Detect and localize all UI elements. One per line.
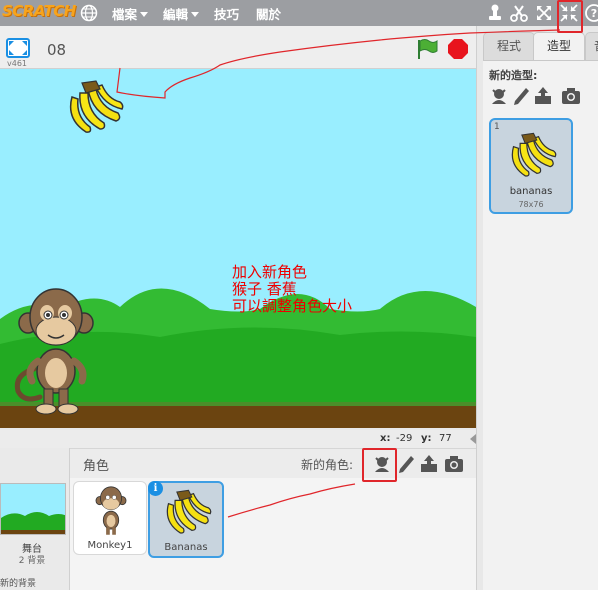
costume-thumbnail-bananas[interactable]: 1 bananas 78x76 — [489, 118, 573, 214]
paint-new-costume-icon[interactable] — [511, 86, 531, 106]
paint-new-sprite-icon[interactable] — [396, 454, 416, 474]
menu-bar: SCRATCH 檔案 編輯 技巧 關於 ? — [0, 0, 598, 26]
banana-sprite[interactable] — [62, 77, 124, 137]
upload-costume-icon[interactable] — [533, 86, 553, 106]
sprite-name: Monkey1 — [87, 540, 133, 551]
costume-size: 78x76 — [518, 200, 544, 209]
stop-sign-icon[interactable] — [447, 38, 469, 60]
delete-scissors-icon[interactable] — [508, 2, 530, 24]
scratch-logo[interactable]: SCRATCH — [2, 2, 76, 20]
menu-file[interactable]: 檔案 — [112, 4, 149, 23]
y-label: y: — [421, 433, 432, 444]
scratch-editor: { "menubar": { "logo": "SCRATCH", "menus… — [0, 0, 598, 590]
costume-name: bananas — [509, 186, 553, 197]
sprites-label: 角色 — [83, 459, 110, 474]
tab-sounds[interactable]: 音 — [585, 32, 598, 60]
sprite-thumbnail-monkey1[interactable]: Monkey1 — [73, 481, 147, 555]
help-icon[interactable]: ? — [583, 2, 598, 24]
menu-tips[interactable]: 技巧 — [214, 4, 239, 23]
stage-canvas[interactable]: 加入新角色 猴子 香蕉 可以調整角色大小 — [0, 69, 476, 428]
new-backdrop-label: 新的背景 — [0, 579, 37, 589]
tab-costumes[interactable]: 造型 — [533, 32, 585, 61]
camera-sprite-icon[interactable] — [444, 454, 464, 474]
upload-sprite-icon[interactable] — [419, 454, 439, 474]
green-flag-icon[interactable] — [415, 38, 439, 60]
stage-header: v461 08 — [0, 26, 476, 69]
x-value: -29 — [396, 433, 413, 444]
costume-list: 新的造型: 1 bananas 78x76 — [483, 60, 598, 590]
language-globe-icon[interactable] — [80, 4, 98, 22]
chevron-down-icon — [191, 12, 200, 17]
new-costume-label: 新的造型: — [489, 69, 538, 82]
chevron-down-icon — [140, 12, 149, 17]
new-sprite-label: 新的角色: — [301, 458, 354, 472]
grow-icon[interactable] — [533, 2, 555, 24]
choose-costume-from-library-icon[interactable] — [489, 86, 509, 106]
stage-selector[interactable]: 舞台 2 背景 新的背景 — [0, 448, 70, 590]
banana-thumbnail-icon — [166, 489, 212, 534]
menu-about[interactable]: 關於 — [256, 4, 281, 23]
stage-thumbnail[interactable] — [0, 483, 66, 535]
x-label: x: — [380, 433, 391, 444]
sprite-name: Bananas — [164, 542, 208, 553]
annotation-text: 加入新角色 猴子 香蕉 可以調整角色大小 — [232, 263, 353, 315]
backdrop-thumbnail-icon — [1, 512, 65, 534]
project-title[interactable]: 08 — [47, 41, 66, 59]
svg-text:?: ? — [591, 7, 597, 20]
monkey-sprite[interactable] — [12, 287, 100, 415]
sprite-pane-header: 角色 新的角色: — [0, 448, 476, 478]
duplicate-stamp-icon[interactable] — [484, 2, 506, 24]
right-panel: 程式 造型 音 新的造型: 1 — [476, 26, 598, 590]
highlight-new-sprite-box — [362, 448, 397, 482]
highlight-shrink-box — [557, 0, 583, 33]
menu-edit[interactable]: 編輯 — [163, 4, 200, 23]
sprite-list: Monkey1 i Bananas — [0, 478, 476, 590]
backdrop-count: 2 背景 — [18, 556, 46, 566]
y-value: 77 — [439, 433, 452, 444]
presentation-mode-icon[interactable] — [6, 38, 30, 58]
version-label: v461 — [7, 59, 28, 68]
camera-costume-icon[interactable] — [561, 86, 581, 106]
tab-scripts[interactable]: 程式 — [483, 32, 535, 60]
mouse-coordinates: x: -29 y: 77 — [0, 430, 476, 448]
costume-index: 1 — [494, 122, 500, 132]
banana-costume-icon — [511, 132, 557, 177]
monkey-thumbnail-icon — [95, 486, 127, 535]
sprite-thumbnail-bananas[interactable]: i Bananas — [148, 481, 224, 558]
